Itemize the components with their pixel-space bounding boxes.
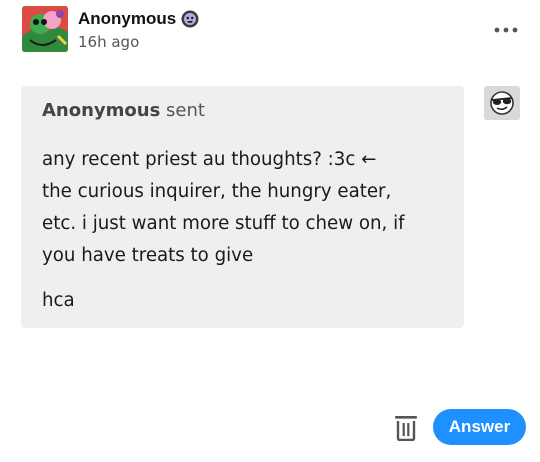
asker-avatar [484, 86, 520, 120]
post-header: Anonymous 16h ago [22, 6, 522, 56]
more-options-button[interactable] [494, 22, 518, 33]
emoji-badge-icon [181, 10, 199, 28]
asker-name: Anonymous [42, 100, 161, 121]
more-dots-icon [494, 27, 518, 33]
trash-icon [395, 416, 417, 442]
ask-signoff: hca [42, 290, 75, 311]
ask-bubble: Anonymous sent any recent priest au thou… [21, 86, 464, 328]
post-timestamp: 16h ago [78, 33, 140, 51]
answer-button[interactable]: Answer [433, 409, 526, 445]
sunglasses-face-icon [484, 86, 520, 120]
blog-avatar-art [22, 6, 68, 52]
blog-name[interactable]: Anonymous [78, 9, 176, 29]
delete-button[interactable] [394, 413, 418, 442]
ask-text: any recent priest au thoughts? :3c ← the… [42, 149, 405, 266]
name-row: Anonymous [78, 8, 199, 30]
header-text: Anonymous 16h ago [78, 8, 199, 51]
blog-avatar[interactable] [22, 6, 68, 52]
asker-line: Anonymous sent [42, 98, 442, 124]
sent-label: sent [166, 100, 205, 121]
